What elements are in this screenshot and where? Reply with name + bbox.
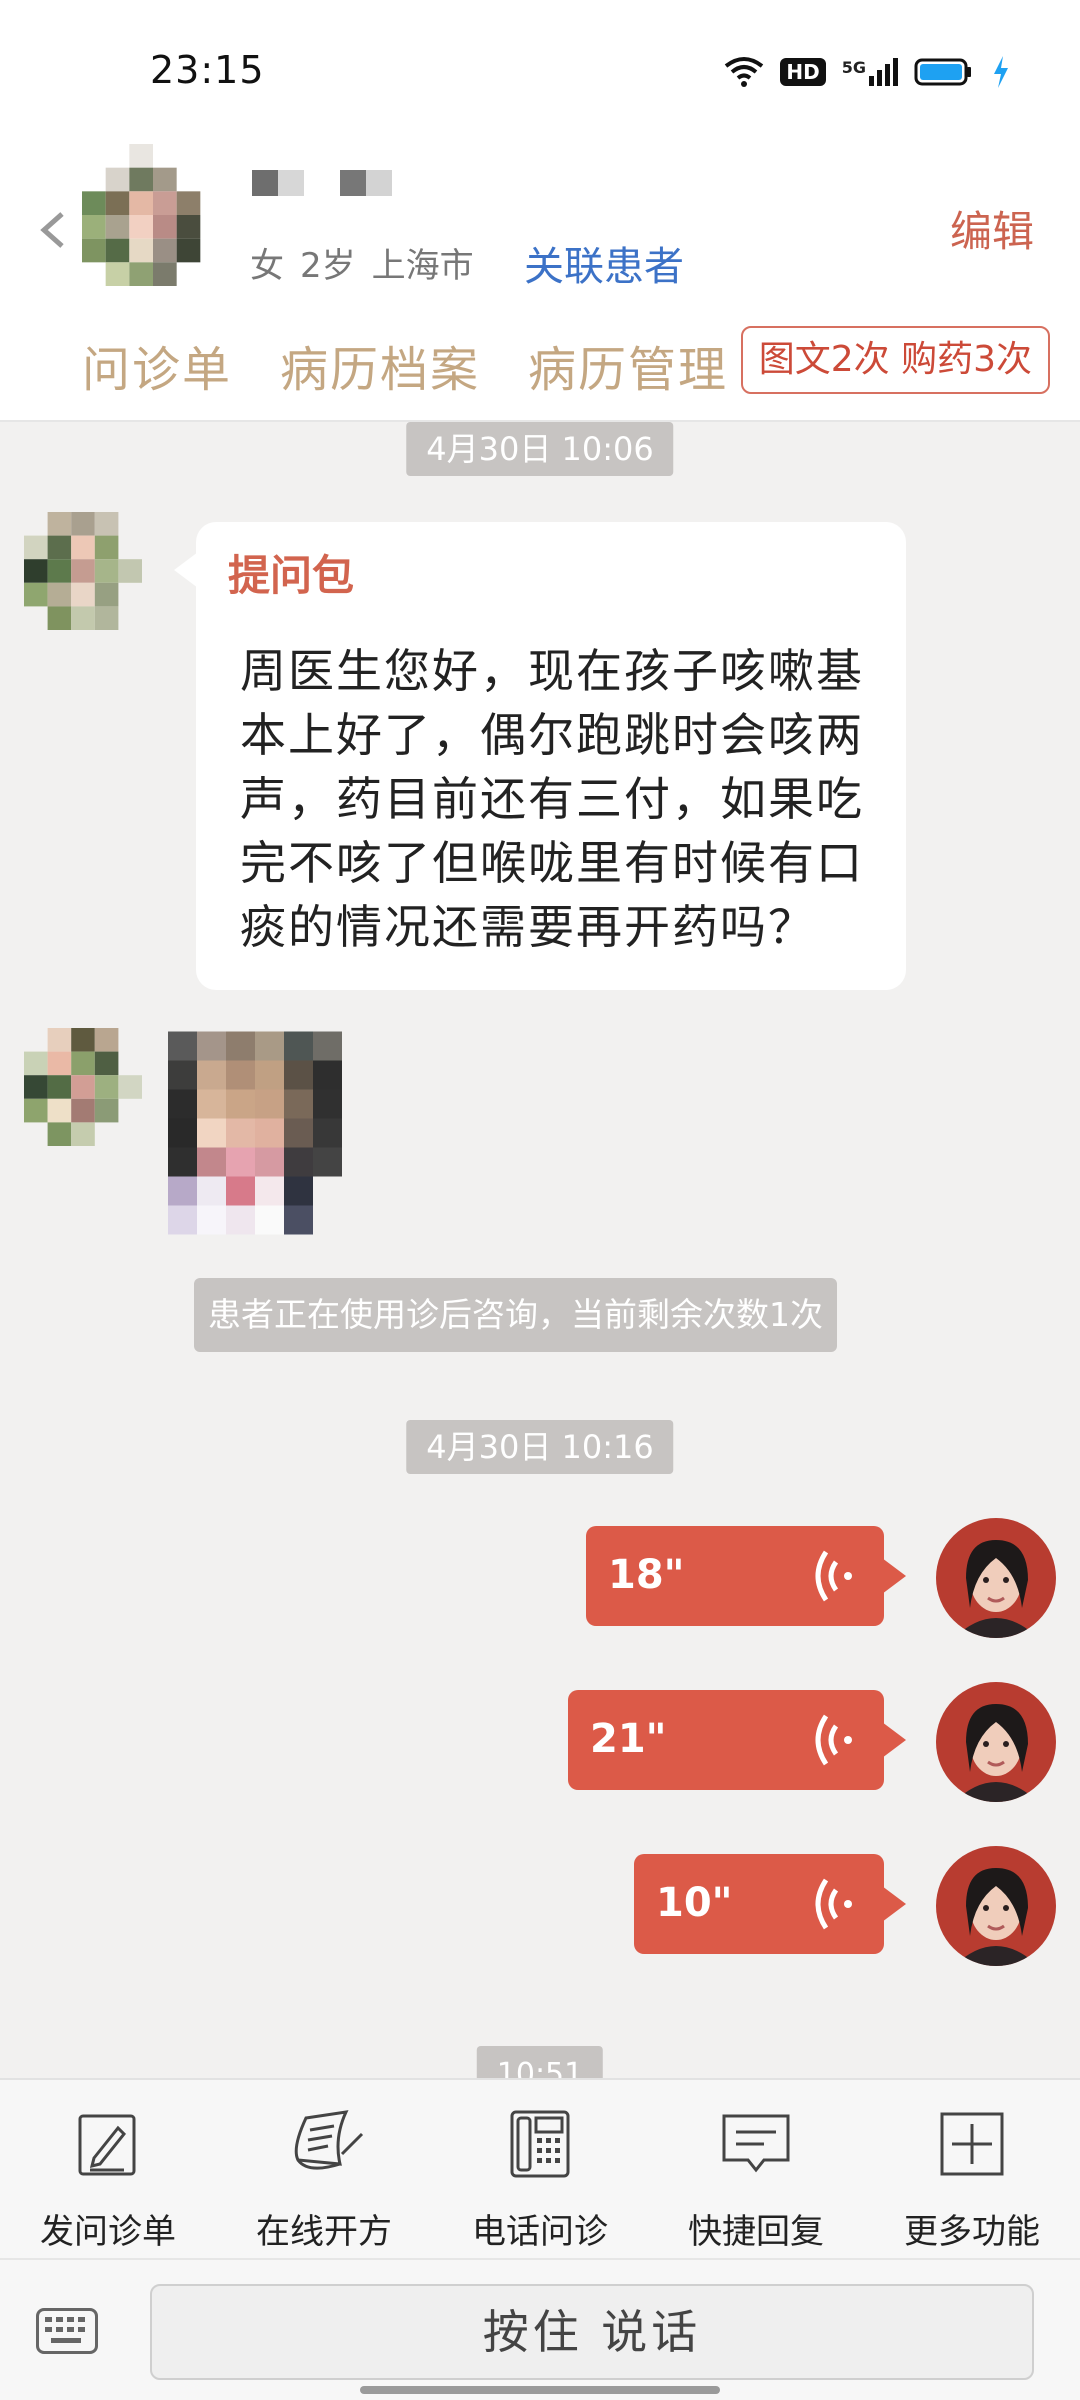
tab-consult-form[interactable]: 问诊单 [82,330,232,400]
header-tabs: 问诊单 病历档案 病历管理 [82,330,728,400]
tab-medical-records[interactable]: 病历档案 [280,330,480,400]
patient-meta: 女 2岁 上海市 [250,238,490,287]
tab-records-management[interactable]: 病历管理 [528,330,728,400]
online-prescription-button[interactable]: 在线开方 [216,2080,432,2260]
action-toolbar: 发问诊单 在线开方 电话问诊 快捷回复 更多功能 [0,2078,1080,2258]
battery-icon [914,58,971,86]
doctor-avatar[interactable] [936,1682,1056,1802]
phone-icon [510,2110,570,2178]
input-bar: 按住 说话 [0,2258,1080,2400]
voice-duration: 18" [608,1552,685,1598]
send-consult-form-button[interactable]: 发问诊单 [0,2080,216,2260]
tool-label: 在线开方 [256,2212,392,2252]
patient-avatar[interactable] [24,1028,142,1146]
patient-city: 上海市 [371,246,474,286]
patient-photo[interactable] [168,1030,342,1236]
form-edit-icon [78,2114,136,2176]
bubble-title: 提问包 [228,551,355,600]
link-patient-button[interactable]: 关联患者 [524,234,684,292]
tool-label: 快捷回复 [688,2212,824,2252]
voice-message[interactable]: 10" [634,1854,906,1954]
status-bar: 23:15 HD 5G [0,0,1080,140]
more-functions-button[interactable]: 更多功能 [864,2080,1080,2260]
back-icon[interactable] [36,200,72,260]
quick-reply-button[interactable]: 快捷回复 [648,2080,864,2260]
hold-to-talk-button[interactable]: 按住 说话 [150,2284,1034,2380]
signal-icon: 5G [842,58,898,86]
voice-wave-icon [815,1714,852,1766]
voice-duration: 10" [656,1880,733,1926]
edit-button[interactable]: 编辑 [950,198,1034,259]
home-indicator[interactable] [360,2386,720,2394]
voice-wave-icon [815,1550,852,1602]
status-icons: HD 5G [724,52,1010,92]
wifi-icon [725,57,764,87]
voice-wave-icon [815,1878,852,1930]
timestamp: 4月30日 10:06 [406,422,674,476]
voice-duration: 21" [590,1716,667,1762]
message-icon [722,2114,790,2173]
keyboard-icon[interactable] [36,2308,98,2354]
system-notice: 患者正在使用诊后咨询，当前剩余次数1次 [194,1278,837,1352]
phone-consult-button[interactable]: 电话问诊 [432,2080,648,2260]
question-bubble[interactable]: 提问包 周医生您好，现在孩子咳嗽基本上好了，偶尔跑跳时会咳两声，药目前还有三付，… [174,522,906,990]
tool-label: 发问诊单 [40,2212,176,2252]
service-count-badge[interactable]: 图文2次 购药3次 [740,326,1050,394]
patient-age: 2岁 [300,246,356,286]
timestamp-partial: 10:51 [476,2046,604,2078]
voice-message[interactable]: 21" [568,1690,906,1790]
voice-message[interactable]: 18" [586,1526,906,1626]
patient-avatar[interactable] [24,512,142,630]
tool-label: 电话问诊 [472,2212,608,2252]
chat-area[interactable]: 4月30日 10:06 提问包 周医生您好，现在孩子咳嗽基本上好了，偶尔跑跳时会… [0,422,1080,2078]
doctor-avatar[interactable] [936,1518,1056,1638]
message-text: 周医生您好，现在孩子咳嗽基本上好了，偶尔跑跳时会咳两声，药目前还有三付，如果吃完… [240,644,864,954]
patient-name-redacted [252,170,402,198]
tool-label: 更多功能 [904,2212,1040,2252]
doctor-avatar[interactable] [936,1846,1056,1966]
clock: 23:15 [150,48,265,92]
patient-avatar[interactable] [82,144,224,286]
prescription-icon [294,2110,364,2170]
timestamp: 4月30日 10:16 [406,1420,674,1474]
hd-icon: HD [780,58,826,86]
charging-icon [994,56,1008,88]
patient-header: 女 2岁 上海市 关联患者 编辑 问诊单 病历档案 病历管理 图文2次 购药3次 [0,140,1080,422]
patient-gender: 女 [250,246,284,286]
plus-square-icon [940,2112,1004,2176]
